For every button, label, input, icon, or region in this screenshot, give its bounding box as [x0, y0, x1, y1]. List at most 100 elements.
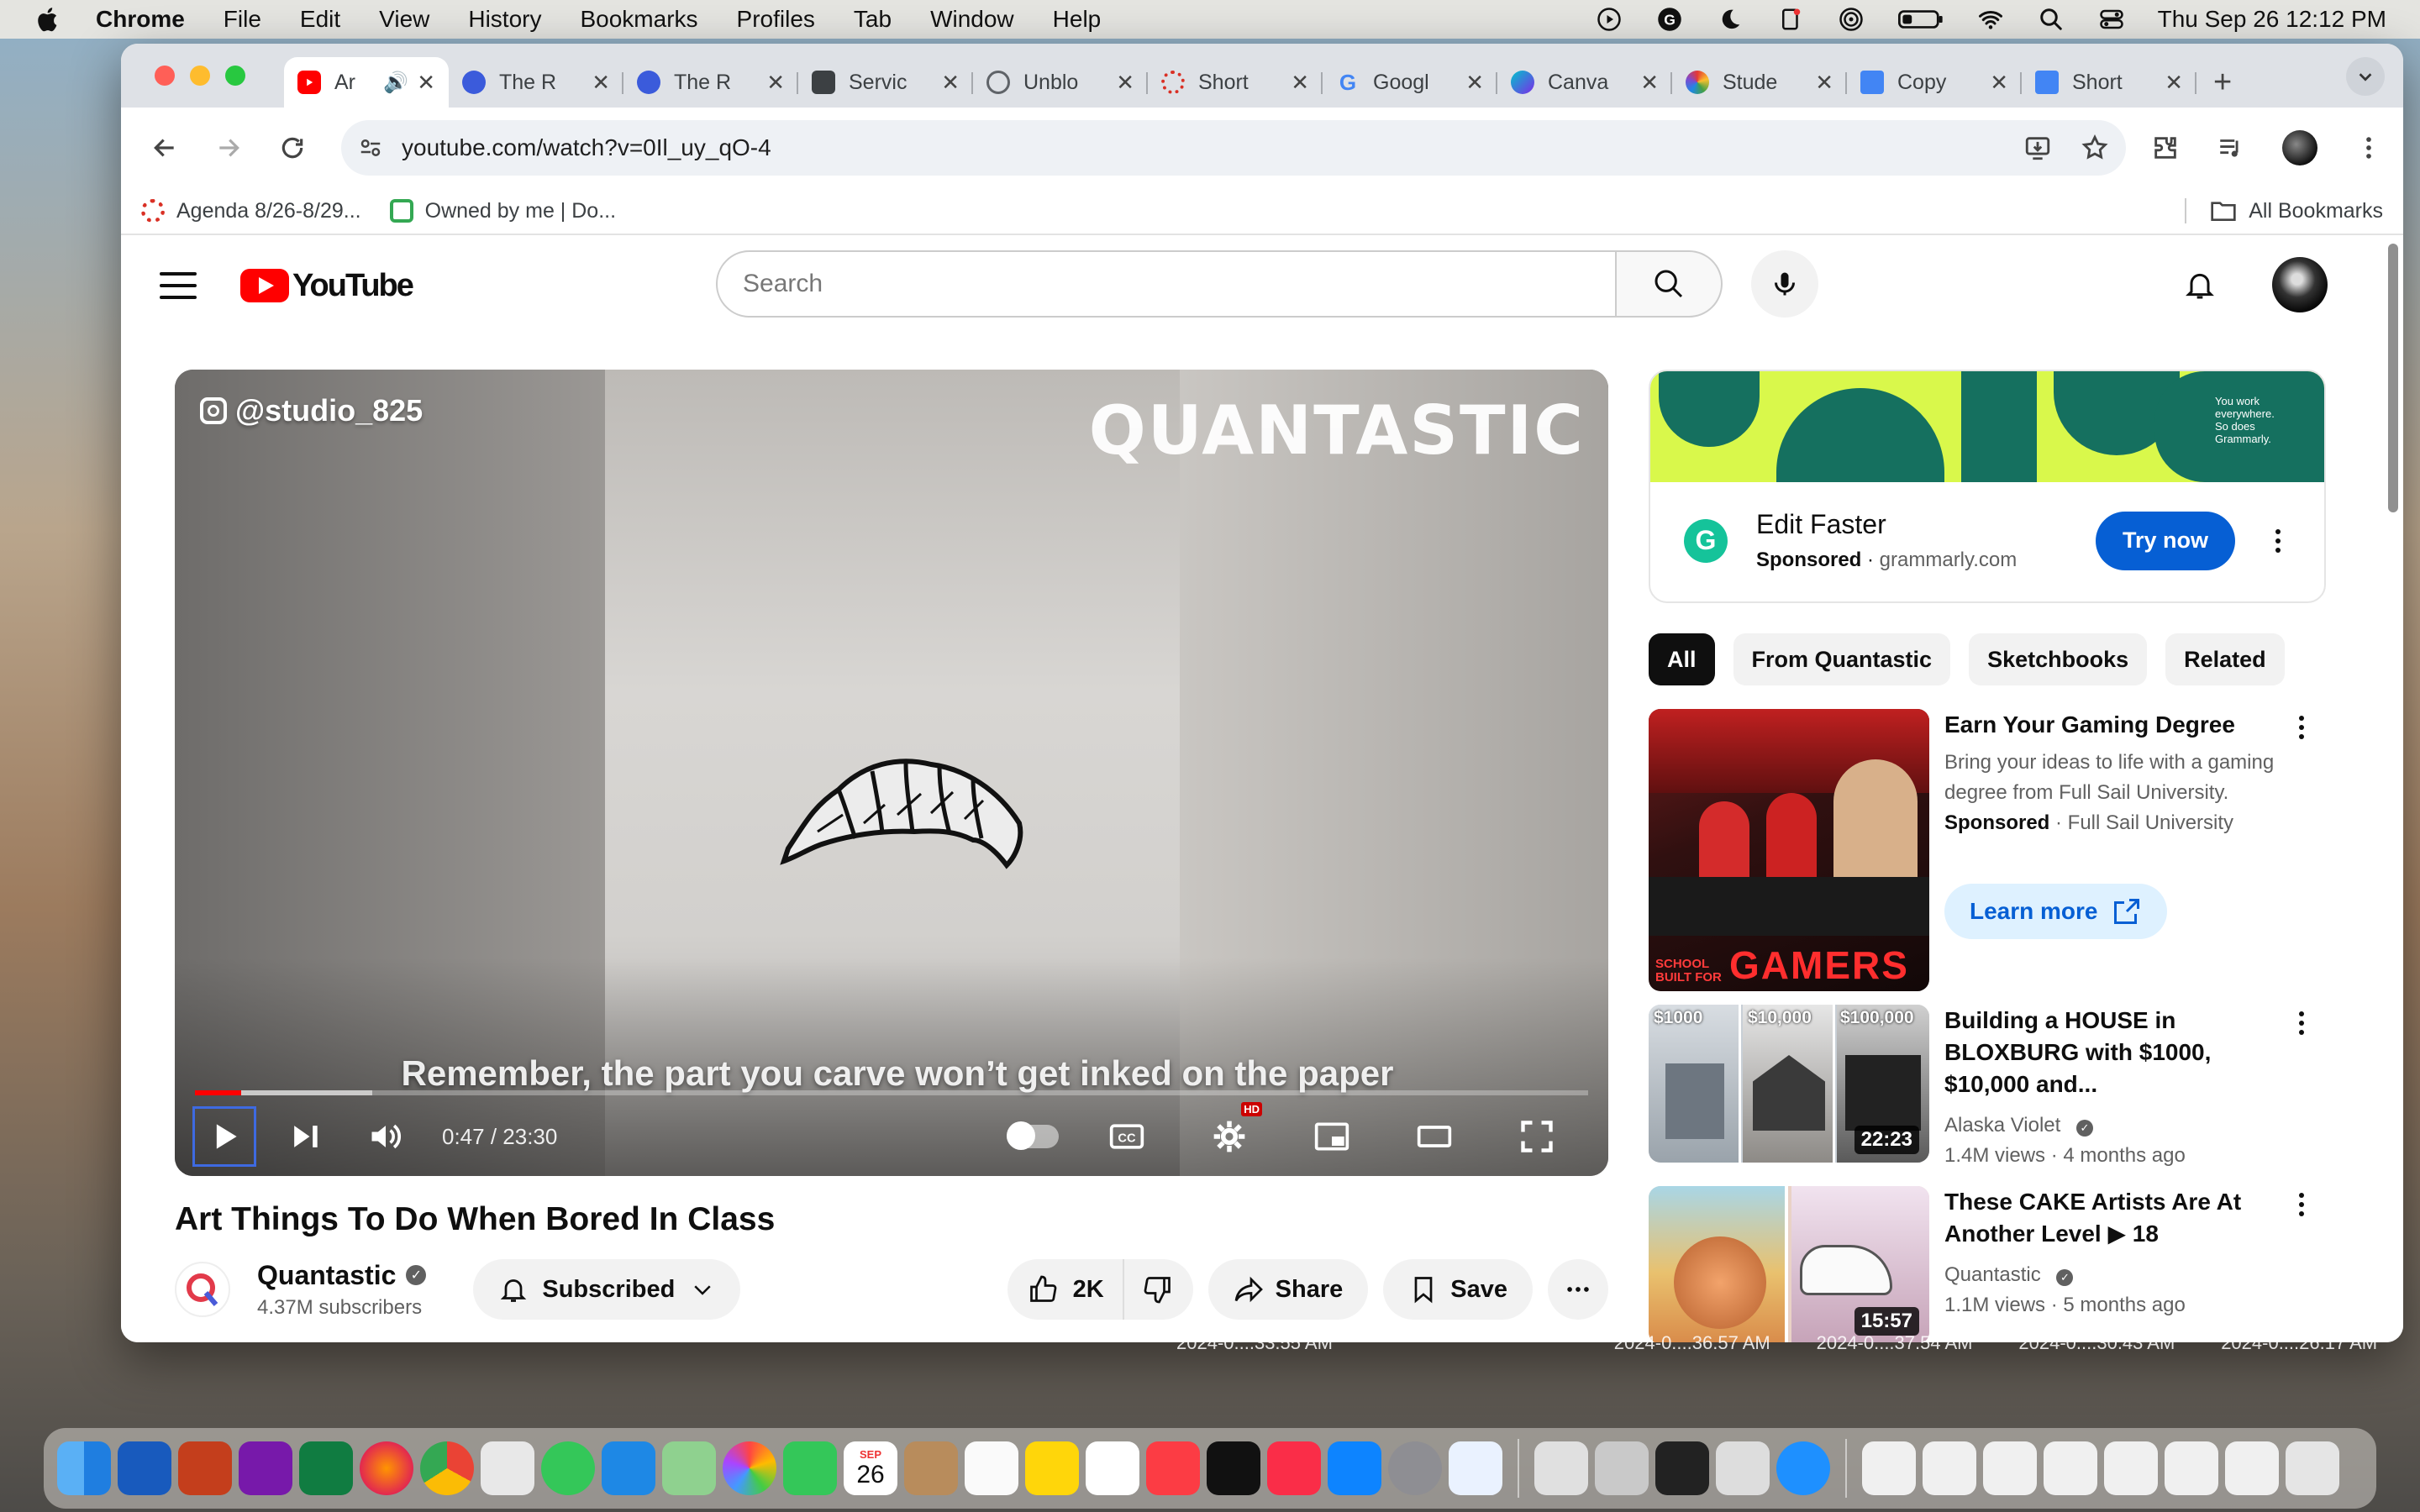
- search-icon[interactable]: [2037, 7, 2065, 32]
- onenote-icon[interactable]: [239, 1441, 292, 1495]
- close-window-button[interactable]: [155, 66, 175, 86]
- tab-close-icon[interactable]: ✕: [1116, 70, 1134, 96]
- trash-icon[interactable]: [2286, 1441, 2339, 1495]
- powerpoint-icon[interactable]: [178, 1441, 232, 1495]
- rocket-icon[interactable]: [1595, 1441, 1649, 1495]
- back-button[interactable]: [141, 124, 188, 171]
- minimize-window-button[interactable]: [190, 66, 210, 86]
- video-thumbnail[interactable]: SCHOOL BUILT FOR GAMERS: [1649, 709, 1929, 991]
- recent-document-icon[interactable]: [2104, 1441, 2158, 1495]
- photos-icon[interactable]: [723, 1441, 776, 1495]
- recent-document-icon[interactable]: [2044, 1441, 2097, 1495]
- recent-document-icon[interactable]: [2165, 1441, 2218, 1495]
- tab-servic[interactable]: Servic ✕: [798, 57, 973, 108]
- channel-name[interactable]: Alaska Violet: [1944, 1114, 2060, 1137]
- ad-more-icon[interactable]: [2265, 528, 2291, 553]
- mail-icon[interactable]: [602, 1441, 655, 1495]
- recommendation-title[interactable]: Building a HOUSE in BLOXBURG with $1000,…: [1944, 1005, 2289, 1100]
- all-bookmarks-button[interactable]: All Bookmarks: [2185, 198, 2383, 223]
- app-store-icon[interactable]: [1328, 1441, 1381, 1495]
- recommendation-more-icon[interactable]: [2289, 716, 2314, 739]
- terminal-icon[interactable]: [1655, 1441, 1709, 1495]
- music-icon[interactable]: [1146, 1441, 1200, 1495]
- menu-history[interactable]: History: [468, 6, 541, 33]
- notes-icon[interactable]: [1025, 1441, 1079, 1495]
- grammarly-icon[interactable]: G: [1655, 7, 1684, 32]
- hamburger-menu-icon[interactable]: [160, 272, 197, 299]
- chip-from-quantastic[interactable]: From Quantastic: [1733, 633, 1951, 685]
- menu-view[interactable]: View: [379, 6, 429, 33]
- app-menu-chrome[interactable]: Chrome: [96, 6, 185, 33]
- recent-document-icon[interactable]: [1983, 1441, 2037, 1495]
- like-button[interactable]: 2K: [1007, 1259, 1124, 1320]
- dislike-button[interactable]: [1124, 1259, 1193, 1320]
- url-text[interactable]: youtube.com/watch?v=0Il_uy_qO-4: [402, 134, 771, 161]
- new-tab-button[interactable]: +: [2213, 57, 2232, 108]
- messages-icon[interactable]: [541, 1441, 595, 1495]
- try-now-button[interactable]: Try now: [2095, 511, 2235, 570]
- excel-icon[interactable]: [299, 1441, 353, 1495]
- play-circle-icon[interactable]: [1595, 7, 1623, 32]
- profile-avatar[interactable]: [2282, 130, 2317, 165]
- menu-file[interactable]: File: [224, 6, 261, 33]
- tab-copy[interactable]: Copy ✕: [1847, 57, 2022, 108]
- settings-button[interactable]: HD: [1200, 1102, 1262, 1164]
- finder-icon[interactable]: [57, 1441, 111, 1495]
- maps-icon[interactable]: [662, 1441, 716, 1495]
- tab-close-icon[interactable]: ✕: [766, 70, 785, 96]
- chrome-icon[interactable]: [420, 1441, 474, 1495]
- word-icon[interactable]: [118, 1441, 171, 1495]
- desktop-file-label[interactable]: 2024-0....33.55 AM: [1176, 1332, 1359, 1354]
- tab-close-icon[interactable]: ✕: [1640, 70, 1659, 96]
- progress-bar[interactable]: [195, 1090, 1588, 1095]
- facetime-icon[interactable]: [783, 1441, 837, 1495]
- chip-related[interactable]: Related: [2165, 633, 2285, 685]
- subscribed-button[interactable]: Subscribed: [473, 1259, 741, 1320]
- wifi-icon[interactable]: [1976, 7, 2005, 32]
- bookmark-agenda[interactable]: Agenda 8/26-8/29...: [141, 199, 361, 223]
- voice-search-button[interactable]: [1751, 250, 1818, 318]
- recommendation-more-icon[interactable]: [2289, 1193, 2314, 1216]
- site-settings-icon[interactable]: [358, 135, 383, 160]
- channel-name[interactable]: Quantastic: [257, 1260, 396, 1291]
- channel-name[interactable]: Quantastic: [1944, 1263, 2041, 1286]
- search-input[interactable]: [716, 250, 1617, 318]
- chip-all[interactable]: All: [1649, 633, 1715, 685]
- launchpad-icon[interactable]: [481, 1441, 534, 1495]
- miniplayer-button[interactable]: [1302, 1109, 1361, 1164]
- tab-stude[interactable]: Stude ✕: [1672, 57, 1847, 108]
- grammarly-ad[interactable]: You work everywhere. So does Grammarly. …: [1649, 370, 2326, 603]
- bookmark-owned-by-me[interactable]: Owned by me | Do...: [389, 199, 616, 223]
- menu-bookmarks[interactable]: Bookmarks: [580, 6, 697, 33]
- speaker-icon[interactable]: 🔊: [383, 71, 408, 95]
- address-bar[interactable]: youtube.com/watch?v=0Il_uy_qO-4: [341, 120, 2126, 176]
- recommendation-title[interactable]: Earn Your Gaming Degree: [1944, 709, 2289, 741]
- notes-icon[interactable]: [1776, 7, 1805, 32]
- play-button[interactable]: [192, 1106, 256, 1167]
- channel-avatar[interactable]: [175, 1262, 230, 1317]
- recent-document-icon[interactable]: [1923, 1441, 1976, 1495]
- script-editor-icon[interactable]: [1534, 1441, 1588, 1495]
- theater-mode-button[interactable]: [1405, 1109, 1464, 1164]
- menu-edit[interactable]: Edit: [300, 6, 340, 33]
- youtube-logo[interactable]: YouTube: [240, 268, 414, 304]
- tab-close-icon[interactable]: ✕: [592, 70, 610, 96]
- kebab-menu-icon[interactable]: [2354, 134, 2383, 162]
- firefox-icon[interactable]: [360, 1441, 413, 1495]
- video-thumbnail[interactable]: $1000 $10,000 $100,000 22:23: [1649, 1005, 1929, 1163]
- recommendation-ad[interactable]: SCHOOL BUILT FOR GAMERS Earn Your Gaming …: [1649, 709, 2326, 991]
- fullscreen-button[interactable]: [1507, 1109, 1566, 1164]
- bell-icon[interactable]: [2183, 268, 2217, 302]
- volume-button[interactable]: [356, 1109, 415, 1164]
- textedit-icon[interactable]: [1716, 1441, 1770, 1495]
- desktop-file-label[interactable]: 2024-0....26.17 AM: [2221, 1332, 2403, 1354]
- account-avatar[interactable]: [2272, 257, 2328, 312]
- forward-button[interactable]: [205, 124, 252, 171]
- menu-help[interactable]: Help: [1053, 6, 1102, 33]
- desktop-file-label[interactable]: 2024-0....30.43 AM: [2018, 1332, 2201, 1354]
- extensions-icon[interactable]: [2151, 134, 2180, 162]
- apple-tv-icon[interactable]: [1207, 1441, 1260, 1495]
- video-thumbnail[interactable]: 15:57: [1649, 1186, 1929, 1342]
- apple-icon[interactable]: [34, 5, 59, 34]
- media-controls-icon[interactable]: [2217, 134, 2245, 162]
